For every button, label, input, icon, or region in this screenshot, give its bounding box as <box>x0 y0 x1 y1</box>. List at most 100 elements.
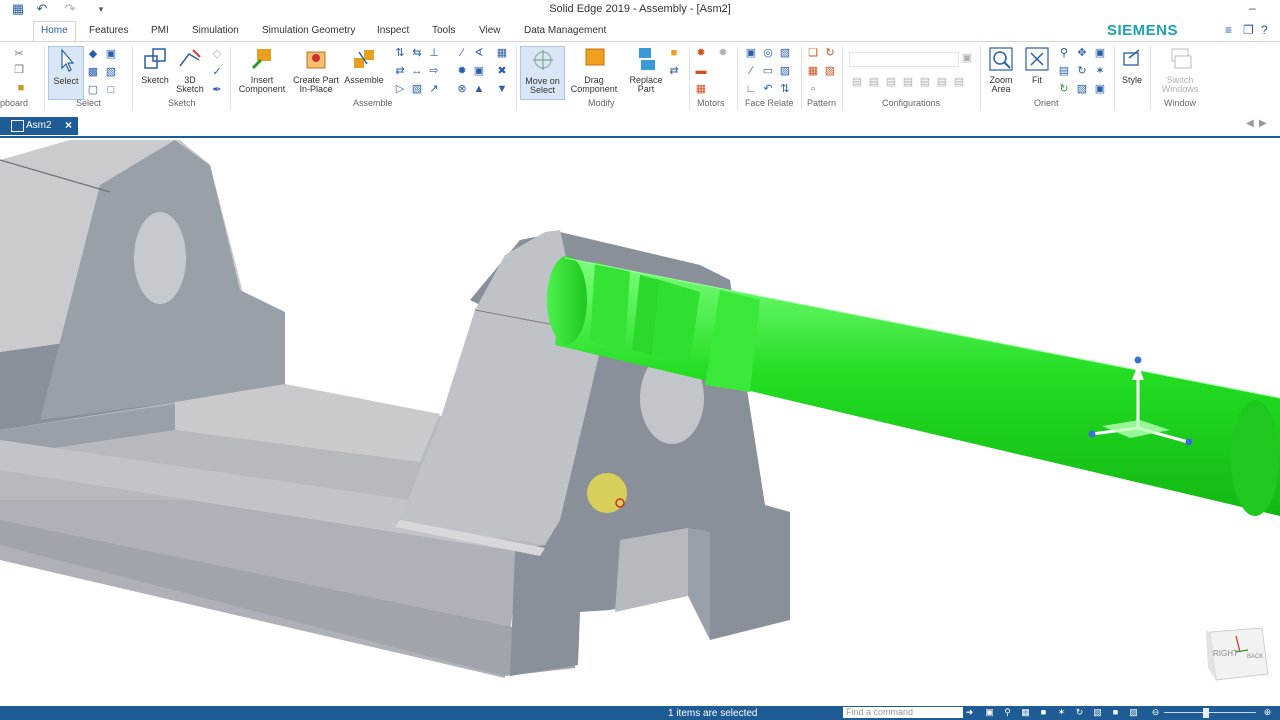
pattern-duplicate-icon[interactable]: ▧ <box>823 65 837 77</box>
rel-match-icon[interactable]: ▲ <box>472 83 486 95</box>
zoom-slider-thumb[interactable] <box>1203 708 1209 718</box>
sketch-button[interactable]: Sketch <box>138 46 172 85</box>
select-box-icon[interactable]: □ <box>104 84 118 96</box>
assembly-model[interactable]: RIGHT BACK <box>0 138 1280 706</box>
rel-ground-icon[interactable]: ▣ <box>472 65 486 77</box>
tab-home[interactable]: Home <box>33 21 76 41</box>
create-part-in-place-button[interactable]: Create Part In-Place <box>290 46 342 94</box>
switch-windows-button[interactable]: Switch Windows <box>1154 46 1206 94</box>
rel-rigid-icon[interactable]: ▧ <box>410 83 424 95</box>
fit-status-icon[interactable]: ▦ <box>1020 707 1031 718</box>
pan-status-icon[interactable]: ■ <box>1038 707 1049 718</box>
move-on-select-button[interactable]: Move on Select <box>520 46 565 100</box>
motor-animate-icon[interactable]: ▦ <box>694 83 708 95</box>
tab-inspect[interactable]: Inspect <box>371 23 415 38</box>
shading-status-icon[interactable]: ■ <box>1110 707 1121 718</box>
view-icon[interactable]: ▣ <box>1093 47 1107 59</box>
config-5-icon[interactable]: ▤ <box>918 76 932 88</box>
spin-icon[interactable]: ↻ <box>1075 65 1089 77</box>
help-icon[interactable]: ? <box>1261 23 1268 37</box>
fit-button[interactable]: Fit <box>1022 46 1052 85</box>
rel-cam-icon[interactable]: ▷ <box>393 83 407 95</box>
motor-rotary-icon[interactable]: ✹ <box>694 47 708 59</box>
ribbon-options-icon[interactable]: ≡ <box>1225 23 1232 37</box>
rel-angle-icon[interactable]: ∢ <box>472 47 486 59</box>
3d-sketch-button[interactable]: 3D Sketch <box>174 46 206 94</box>
style-status-icon[interactable]: ▧ <box>1128 707 1139 718</box>
tab-features[interactable]: Features <box>83 23 134 38</box>
config-save-icon[interactable]: ▣ <box>960 52 974 64</box>
configurations-dropdown[interactable] <box>849 52 959 67</box>
config-7-icon[interactable]: ▤ <box>952 76 966 88</box>
rel-align-icon[interactable]: ⇆ <box>410 47 424 59</box>
style-button[interactable]: Style <box>1118 46 1146 85</box>
sketch-view-icon[interactable]: ↻ <box>1057 83 1071 95</box>
cut-icon[interactable]: ✂ <box>12 48 26 60</box>
tab-data-management[interactable]: Data Management <box>518 23 612 38</box>
document-tab-asm2[interactable]: Asm2 × <box>0 117 78 135</box>
config-1-icon[interactable]: ▤ <box>850 76 864 88</box>
zoom-out-icon[interactable]: ⊖ <box>1150 707 1161 718</box>
rel-grid-icon[interactable]: ▦ <box>495 47 509 59</box>
sketch-tool-2-icon[interactable]: ✓ <box>210 66 224 78</box>
rel-mate-icon[interactable]: ⇅ <box>393 47 407 59</box>
face-tangent-icon[interactable]: ▭ <box>761 65 775 77</box>
views-icon[interactable]: ✶ <box>1093 65 1107 77</box>
rotate-status-icon[interactable]: ✶ <box>1056 707 1067 718</box>
scroll-left-icon[interactable]: ◀ <box>1246 118 1254 129</box>
motor-simulate-icon[interactable]: ▬ <box>694 65 708 77</box>
select-filter-icon[interactable]: ▩ <box>86 66 100 78</box>
modify-tool-2-icon[interactable]: ⇄ <box>667 65 681 77</box>
previous-view-icon[interactable]: ▣ <box>1093 83 1107 95</box>
pattern-along-curve-icon[interactable]: ▦ <box>806 65 820 77</box>
config-4-icon[interactable]: ▤ <box>901 76 915 88</box>
select-parts-icon[interactable]: ▧ <box>104 66 118 78</box>
config-2-icon[interactable]: ▤ <box>867 76 881 88</box>
sketch-tool-1-icon[interactable]: ◇ <box>210 48 224 60</box>
face-coplanar-icon[interactable]: ▧ <box>778 47 792 59</box>
rel-center-icon[interactable]: ⊗ <box>455 83 469 95</box>
tab-pmi[interactable]: PMI <box>145 23 175 38</box>
drag-component-button[interactable]: Drag Component <box>564 46 624 94</box>
named-views-icon[interactable]: ▧ <box>1075 83 1089 95</box>
command-go-icon[interactable]: ➜ <box>964 707 975 718</box>
select-hidden-icon[interactable]: ▢ <box>86 84 100 96</box>
assemble-button[interactable]: Assemble <box>342 46 386 85</box>
face-horizontal-icon[interactable]: ⇅ <box>778 83 792 95</box>
face-offset-icon[interactable]: ↶ <box>761 83 775 95</box>
view-cube[interactable]: RIGHT BACK <box>1206 627 1269 681</box>
rel-axial-icon[interactable]: ↔ <box>410 65 424 77</box>
replace-part-button[interactable]: Replace Part <box>626 46 666 94</box>
zoom-status-icon[interactable]: ⚲ <box>1002 707 1013 718</box>
windows-icon[interactable]: ❐ <box>1243 23 1254 37</box>
rel-insert-icon[interactable]: ⊥ <box>427 47 441 59</box>
command-finder-input[interactable]: Find a command <box>843 707 963 718</box>
zoom-area-status-icon[interactable]: ▣ <box>984 707 995 718</box>
rel-gear-icon[interactable]: ✹ <box>455 65 469 77</box>
face-symmetric-icon[interactable]: ▨ <box>778 65 792 77</box>
tab-simulation[interactable]: Simulation <box>186 23 245 38</box>
rotate-icon[interactable]: ▤ <box>1057 65 1071 77</box>
minimize-icon[interactable]: – <box>1249 1 1256 15</box>
pattern-fastener-icon[interactable]: ▫ <box>806 83 820 95</box>
motor-linear-icon[interactable]: ✹ <box>716 47 730 59</box>
select-tool-icon[interactable]: ◆ <box>86 48 100 60</box>
copy-icon[interactable]: ❐ <box>12 64 26 76</box>
rel-path-icon[interactable]: ✖ <box>495 65 509 77</box>
views-status-icon[interactable]: ▧ <box>1092 707 1103 718</box>
rel-connect-icon[interactable]: ⇄ <box>393 65 407 77</box>
rel-planar-icon[interactable]: ⇨ <box>427 65 441 77</box>
face-perpendicular-icon[interactable]: ∟ <box>744 83 758 95</box>
tab-tools[interactable]: Tools <box>426 23 461 38</box>
tab-view[interactable]: View <box>473 23 507 38</box>
face-concentric-icon[interactable]: ◎ <box>761 47 775 59</box>
zoom-in-icon[interactable]: ⊕ <box>1262 707 1273 718</box>
zoom-icon[interactable]: ⚲ <box>1057 47 1071 59</box>
rel-tangent-icon[interactable]: ↗ <box>427 83 441 95</box>
face-parallel-icon[interactable]: ∕ <box>744 65 758 77</box>
graphics-viewport[interactable]: RIGHT BACK <box>0 138 1280 706</box>
config-3-icon[interactable]: ▤ <box>884 76 898 88</box>
sketch-tool-3-icon[interactable]: ✒ <box>210 84 224 96</box>
select-set-icon[interactable]: ▣ <box>104 48 118 60</box>
close-document-icon[interactable]: × <box>65 118 72 132</box>
